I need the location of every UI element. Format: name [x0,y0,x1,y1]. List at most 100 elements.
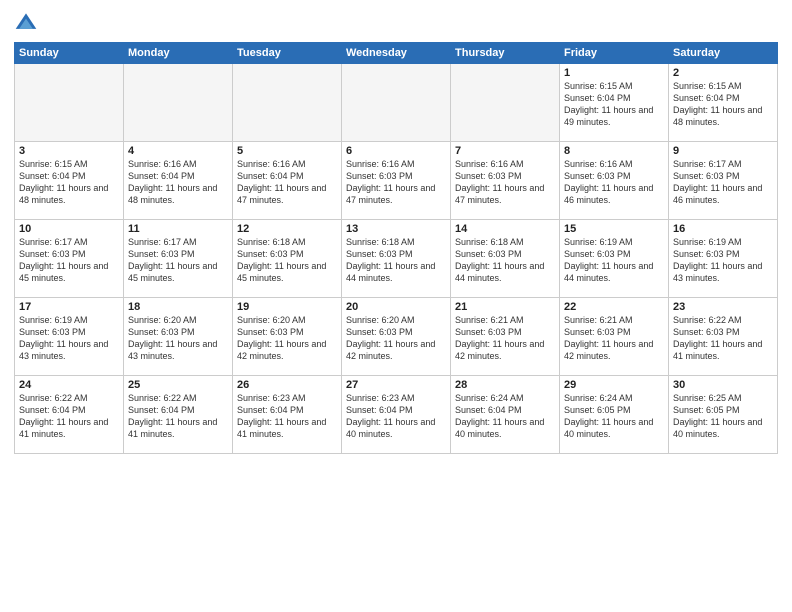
day-number: 9 [673,145,773,157]
day-info: Sunrise: 6:16 AM Sunset: 6:03 PM Dayligh… [346,158,446,207]
day-info: Sunrise: 6:16 AM Sunset: 6:04 PM Dayligh… [237,158,337,207]
calendar-cell: 6Sunrise: 6:16 AM Sunset: 6:03 PM Daylig… [342,142,451,220]
day-info: Sunrise: 6:22 AM Sunset: 6:04 PM Dayligh… [19,392,119,441]
day-info: Sunrise: 6:21 AM Sunset: 6:03 PM Dayligh… [564,314,664,363]
calendar-cell: 22Sunrise: 6:21 AM Sunset: 6:03 PM Dayli… [560,298,669,376]
weekday-header: Friday [560,43,669,64]
calendar-table: SundayMondayTuesdayWednesdayThursdayFrid… [14,42,778,454]
day-number: 1 [564,67,664,79]
day-number: 23 [673,301,773,313]
day-number: 8 [564,145,664,157]
day-number: 28 [455,379,555,391]
day-number: 27 [346,379,446,391]
day-info: Sunrise: 6:15 AM Sunset: 6:04 PM Dayligh… [19,158,119,207]
day-number: 11 [128,223,228,235]
day-number: 18 [128,301,228,313]
weekday-header: Monday [124,43,233,64]
calendar-cell: 18Sunrise: 6:20 AM Sunset: 6:03 PM Dayli… [124,298,233,376]
day-number: 12 [237,223,337,235]
day-info: Sunrise: 6:15 AM Sunset: 6:04 PM Dayligh… [673,80,773,129]
calendar-cell: 15Sunrise: 6:19 AM Sunset: 6:03 PM Dayli… [560,220,669,298]
day-number: 6 [346,145,446,157]
day-number: 19 [237,301,337,313]
day-number: 29 [564,379,664,391]
day-number: 21 [455,301,555,313]
calendar-cell: 2Sunrise: 6:15 AM Sunset: 6:04 PM Daylig… [669,64,778,142]
calendar-cell: 14Sunrise: 6:18 AM Sunset: 6:03 PM Dayli… [451,220,560,298]
day-info: Sunrise: 6:20 AM Sunset: 6:03 PM Dayligh… [237,314,337,363]
calendar-week-row: 24Sunrise: 6:22 AM Sunset: 6:04 PM Dayli… [15,376,778,454]
calendar-cell: 10Sunrise: 6:17 AM Sunset: 6:03 PM Dayli… [15,220,124,298]
calendar-cell: 4Sunrise: 6:16 AM Sunset: 6:04 PM Daylig… [124,142,233,220]
calendar-week-row: 17Sunrise: 6:19 AM Sunset: 6:03 PM Dayli… [15,298,778,376]
day-info: Sunrise: 6:24 AM Sunset: 6:04 PM Dayligh… [455,392,555,441]
calendar-cell [451,64,560,142]
day-number: 20 [346,301,446,313]
day-number: 16 [673,223,773,235]
day-info: Sunrise: 6:16 AM Sunset: 6:03 PM Dayligh… [564,158,664,207]
day-info: Sunrise: 6:20 AM Sunset: 6:03 PM Dayligh… [128,314,228,363]
day-info: Sunrise: 6:23 AM Sunset: 6:04 PM Dayligh… [346,392,446,441]
weekday-header: Saturday [669,43,778,64]
logo-icon [14,10,38,34]
day-number: 14 [455,223,555,235]
calendar-cell [15,64,124,142]
day-number: 25 [128,379,228,391]
day-number: 15 [564,223,664,235]
calendar-cell: 26Sunrise: 6:23 AM Sunset: 6:04 PM Dayli… [233,376,342,454]
day-number: 24 [19,379,119,391]
calendar-cell: 12Sunrise: 6:18 AM Sunset: 6:03 PM Dayli… [233,220,342,298]
logo [14,10,42,34]
day-number: 30 [673,379,773,391]
day-info: Sunrise: 6:15 AM Sunset: 6:04 PM Dayligh… [564,80,664,129]
day-info: Sunrise: 6:16 AM Sunset: 6:04 PM Dayligh… [128,158,228,207]
day-number: 2 [673,67,773,79]
day-number: 22 [564,301,664,313]
calendar-cell: 5Sunrise: 6:16 AM Sunset: 6:04 PM Daylig… [233,142,342,220]
calendar-cell: 3Sunrise: 6:15 AM Sunset: 6:04 PM Daylig… [15,142,124,220]
calendar-cell: 16Sunrise: 6:19 AM Sunset: 6:03 PM Dayli… [669,220,778,298]
header [14,10,778,34]
weekday-header: Wednesday [342,43,451,64]
day-number: 13 [346,223,446,235]
day-info: Sunrise: 6:24 AM Sunset: 6:05 PM Dayligh… [564,392,664,441]
day-number: 7 [455,145,555,157]
calendar-cell [342,64,451,142]
day-number: 3 [19,145,119,157]
calendar-cell: 28Sunrise: 6:24 AM Sunset: 6:04 PM Dayli… [451,376,560,454]
day-info: Sunrise: 6:22 AM Sunset: 6:03 PM Dayligh… [673,314,773,363]
day-number: 4 [128,145,228,157]
day-number: 10 [19,223,119,235]
calendar-cell: 13Sunrise: 6:18 AM Sunset: 6:03 PM Dayli… [342,220,451,298]
day-info: Sunrise: 6:17 AM Sunset: 6:03 PM Dayligh… [673,158,773,207]
day-info: Sunrise: 6:25 AM Sunset: 6:05 PM Dayligh… [673,392,773,441]
calendar-week-row: 3Sunrise: 6:15 AM Sunset: 6:04 PM Daylig… [15,142,778,220]
calendar-week-row: 1Sunrise: 6:15 AM Sunset: 6:04 PM Daylig… [15,64,778,142]
day-info: Sunrise: 6:18 AM Sunset: 6:03 PM Dayligh… [455,236,555,285]
calendar-cell: 20Sunrise: 6:20 AM Sunset: 6:03 PM Dayli… [342,298,451,376]
day-info: Sunrise: 6:18 AM Sunset: 6:03 PM Dayligh… [346,236,446,285]
calendar-week-row: 10Sunrise: 6:17 AM Sunset: 6:03 PM Dayli… [15,220,778,298]
day-info: Sunrise: 6:19 AM Sunset: 6:03 PM Dayligh… [564,236,664,285]
calendar-cell: 1Sunrise: 6:15 AM Sunset: 6:04 PM Daylig… [560,64,669,142]
page: SundayMondayTuesdayWednesdayThursdayFrid… [0,0,792,612]
calendar-header-row: SundayMondayTuesdayWednesdayThursdayFrid… [15,43,778,64]
day-number: 5 [237,145,337,157]
day-info: Sunrise: 6:17 AM Sunset: 6:03 PM Dayligh… [19,236,119,285]
calendar-cell: 21Sunrise: 6:21 AM Sunset: 6:03 PM Dayli… [451,298,560,376]
day-info: Sunrise: 6:23 AM Sunset: 6:04 PM Dayligh… [237,392,337,441]
day-info: Sunrise: 6:20 AM Sunset: 6:03 PM Dayligh… [346,314,446,363]
calendar-cell: 9Sunrise: 6:17 AM Sunset: 6:03 PM Daylig… [669,142,778,220]
calendar-cell: 11Sunrise: 6:17 AM Sunset: 6:03 PM Dayli… [124,220,233,298]
calendar-cell: 29Sunrise: 6:24 AM Sunset: 6:05 PM Dayli… [560,376,669,454]
calendar-cell [233,64,342,142]
day-info: Sunrise: 6:18 AM Sunset: 6:03 PM Dayligh… [237,236,337,285]
day-info: Sunrise: 6:19 AM Sunset: 6:03 PM Dayligh… [19,314,119,363]
calendar-body: 1Sunrise: 6:15 AM Sunset: 6:04 PM Daylig… [15,64,778,454]
calendar-cell: 25Sunrise: 6:22 AM Sunset: 6:04 PM Dayli… [124,376,233,454]
calendar-cell: 30Sunrise: 6:25 AM Sunset: 6:05 PM Dayli… [669,376,778,454]
day-number: 26 [237,379,337,391]
calendar-cell: 24Sunrise: 6:22 AM Sunset: 6:04 PM Dayli… [15,376,124,454]
weekday-header: Thursday [451,43,560,64]
weekday-header: Sunday [15,43,124,64]
